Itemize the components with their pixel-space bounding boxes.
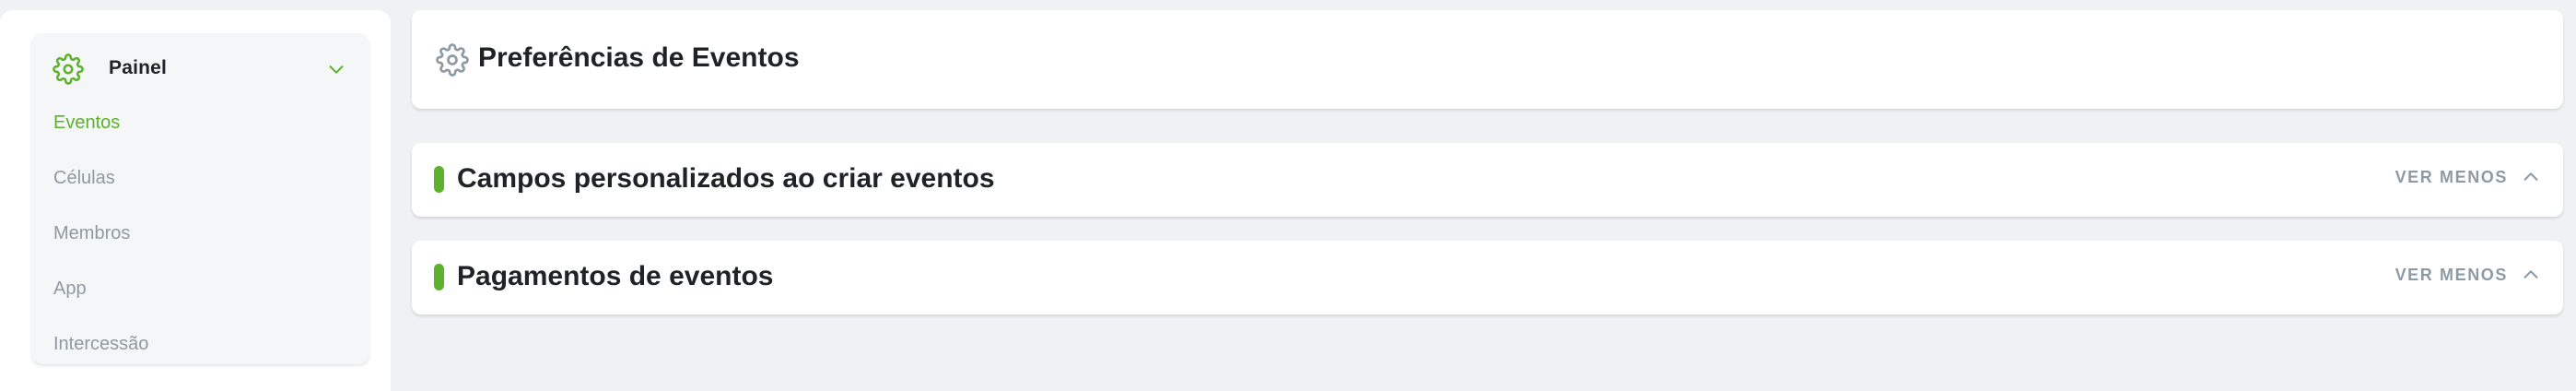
ver-menos-label: VER MENOS <box>2395 167 2508 186</box>
ver-menos-button[interactable]: VER MENOS <box>2395 167 2541 187</box>
chevron-up-icon <box>2523 172 2538 181</box>
sidebar-item-intercessao[interactable]: Intercessão <box>53 334 148 355</box>
ver-menos-label: VER MENOS <box>2395 265 2508 284</box>
gear-icon <box>436 43 469 77</box>
section-title: Pagamentos de eventos <box>457 261 774 291</box>
sidebar-item-membros[interactable]: Membros <box>53 223 130 244</box>
section-accent-bar <box>434 264 444 290</box>
section-accent-bar <box>434 166 444 193</box>
sidebar-group-label: Painel <box>109 57 168 78</box>
app-root: Painel Eventos Células Membros App Inter… <box>0 0 2576 391</box>
chevron-down-icon <box>329 65 344 74</box>
sidebar-group-painel[interactable]: Painel <box>31 33 369 107</box>
page-header: Preferências de Eventos <box>412 10 2563 109</box>
chevron-up-icon <box>2523 270 2538 278</box>
gear-icon <box>53 53 84 85</box>
sidebar: Painel Eventos Células Membros App Inter… <box>0 10 391 391</box>
sidebar-item-celulas[interactable]: Células <box>53 168 115 189</box>
section-title: Campos personalizados ao criar eventos <box>457 163 995 194</box>
sidebar-item-eventos[interactable]: Eventos <box>53 113 120 134</box>
section-custom-fields: Campos personalizados ao criar eventos V… <box>412 143 2563 217</box>
ver-menos-button[interactable]: VER MENOS <box>2395 265 2541 285</box>
sidebar-item-app[interactable]: App <box>53 278 87 300</box>
section-event-payments: Pagamentos de eventos VER MENOS <box>412 241 2563 314</box>
page-title: Preferências de Eventos <box>478 42 800 73</box>
sidebar-menu-card: Painel Eventos Células Membros App Inter… <box>31 33 369 364</box>
